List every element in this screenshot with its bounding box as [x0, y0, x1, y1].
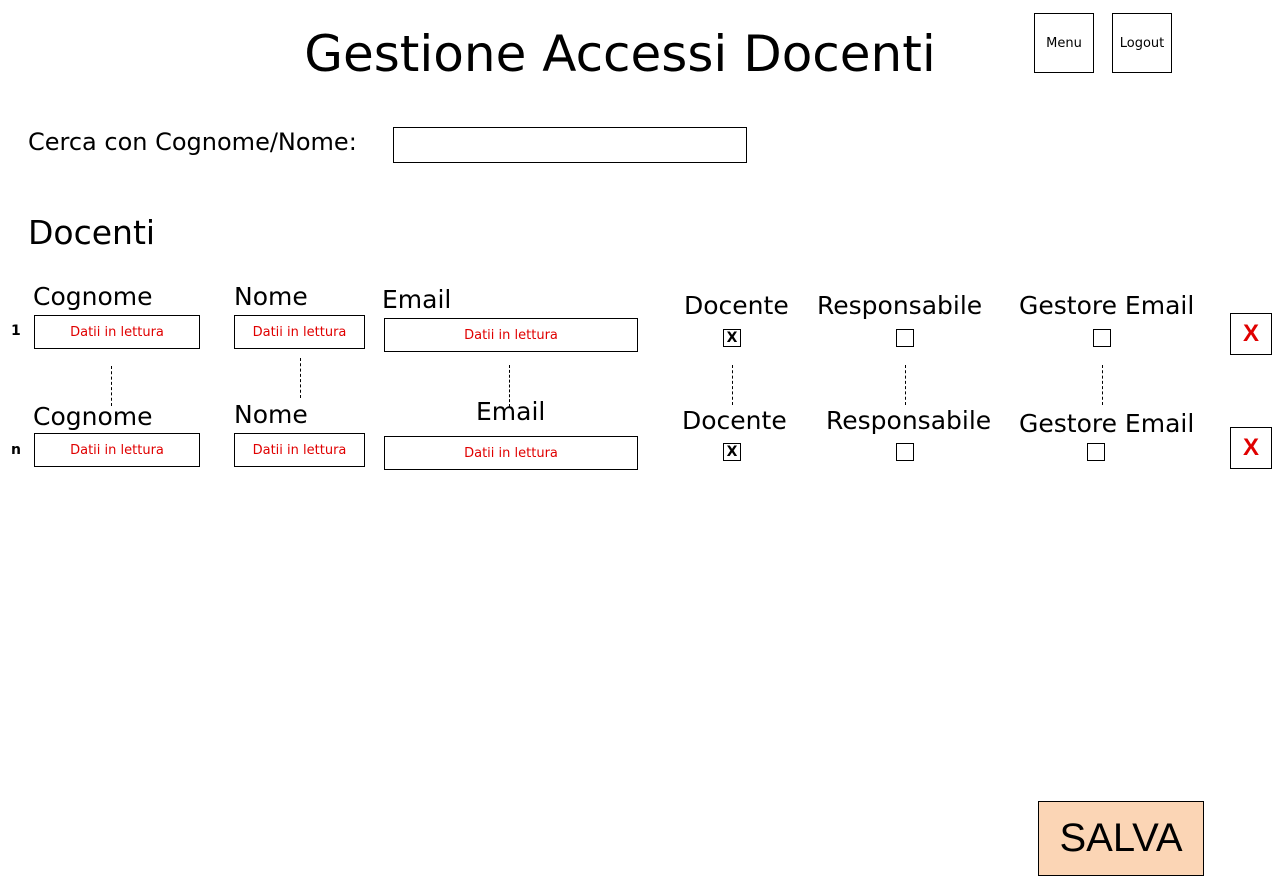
- email-field: Datii in lettura: [384, 318, 638, 352]
- docente-checkbox[interactable]: X: [723, 329, 741, 347]
- cognome-field: Datii in lettura: [34, 315, 200, 349]
- delete-row-button[interactable]: X: [1230, 427, 1272, 469]
- column-header-docente: Docente: [684, 291, 789, 320]
- responsabile-checkbox[interactable]: [896, 443, 914, 461]
- responsabile-checkbox[interactable]: [896, 329, 914, 347]
- column-header-cognome: Cognome: [33, 282, 153, 311]
- delete-row-button[interactable]: X: [1230, 313, 1272, 355]
- section-title: Docenti: [28, 213, 156, 252]
- search-input[interactable]: [393, 127, 747, 163]
- docente-checkbox[interactable]: X: [723, 443, 741, 461]
- column-header-gestore-email: Gestore Email: [1019, 291, 1195, 320]
- row-index: n: [11, 442, 21, 458]
- column-header-email: Email: [382, 285, 452, 314]
- logout-button[interactable]: Logout: [1112, 13, 1172, 73]
- row-continuation-dash: [1102, 365, 1103, 405]
- row-continuation-dash: [111, 366, 112, 406]
- gestore-email-checkbox[interactable]: [1087, 443, 1105, 461]
- column-header-email: Email: [476, 397, 546, 426]
- nome-field: Datii in lettura: [234, 315, 365, 349]
- column-header-responsabile: Responsabile: [817, 291, 983, 320]
- row-index: 1: [11, 323, 21, 339]
- row-continuation-dash: [905, 365, 906, 405]
- column-header-cognome: Cognome: [33, 402, 153, 431]
- column-header-nome: Nome: [234, 282, 308, 311]
- column-header-gestore-email: Gestore Email: [1019, 409, 1195, 438]
- gestore-email-checkbox[interactable]: [1093, 329, 1111, 347]
- column-header-responsabile: Responsabile: [826, 406, 992, 435]
- email-field: Datii in lettura: [384, 436, 638, 470]
- menu-button[interactable]: Menu: [1034, 13, 1094, 73]
- row-continuation-dash: [732, 365, 733, 405]
- search-label: Cerca con Cognome/Nome:: [28, 128, 357, 156]
- cognome-field: Datii in lettura: [34, 433, 200, 467]
- column-header-nome: Nome: [234, 400, 308, 429]
- nome-field: Datii in lettura: [234, 433, 365, 467]
- row-continuation-dash: [300, 358, 301, 398]
- column-header-docente: Docente: [682, 406, 787, 435]
- save-button[interactable]: SALVA: [1038, 801, 1204, 876]
